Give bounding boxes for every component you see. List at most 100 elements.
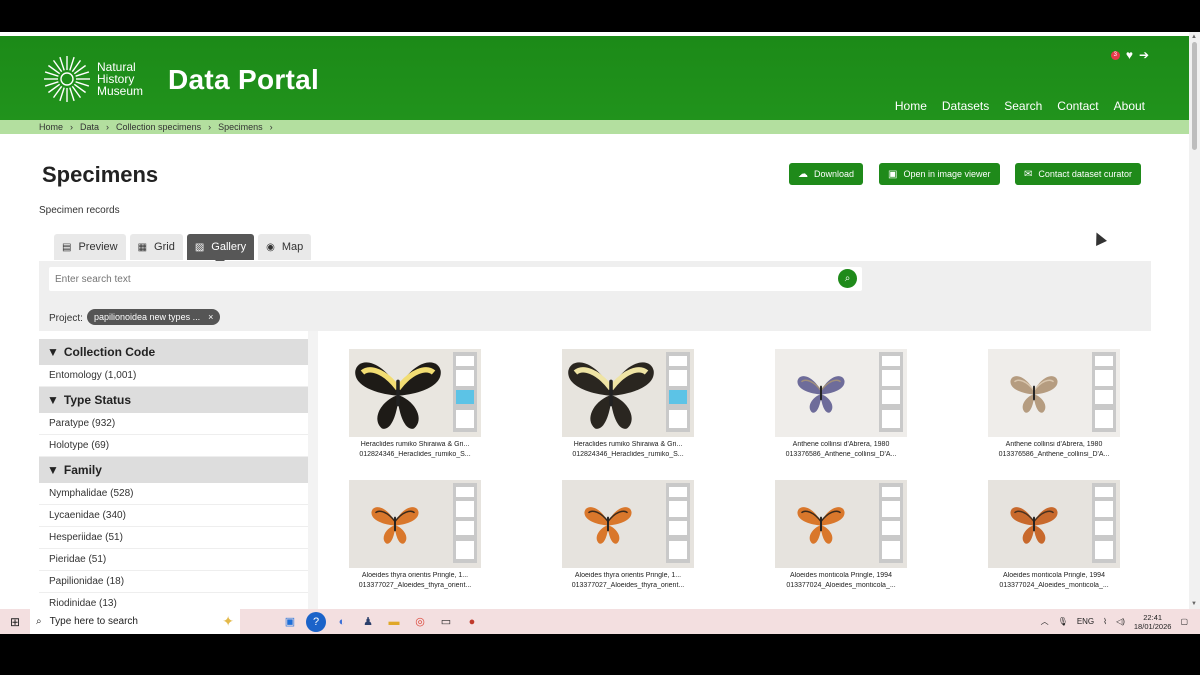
breadcrumb-specimens[interactable]: Specimens (218, 122, 263, 132)
tab-preview[interactable]: ▤ Preview (54, 234, 126, 260)
tab-map[interactable]: ◉ Map (258, 234, 312, 260)
letterbox-top (0, 0, 1200, 32)
specimen-label (456, 370, 474, 386)
close-icon[interactable]: × (208, 312, 213, 322)
facet-type-status[interactable]: ▼ Type Status (39, 387, 308, 413)
specimen-thumbnail[interactable] (349, 349, 481, 437)
facet-item-riodinidae[interactable]: Riodinidae (13) (39, 593, 308, 609)
project-filter-pill[interactable]: papilionoidea new types ... × (87, 309, 221, 325)
specimen-label (882, 487, 900, 497)
search-icon[interactable]: ⌕ (838, 269, 857, 288)
facet-item-hesperiidae[interactable]: Hesperiidae (51) (39, 527, 308, 549)
facet-item-pieridae[interactable]: Pieridae (51) (39, 549, 308, 571)
task-view-icon[interactable]: ▣ (280, 612, 300, 632)
open-image-viewer-button[interactable]: ▣ Open in image viewer (879, 163, 1000, 185)
search-panel: ⌕ Project: papilionoidea new types ... × (39, 261, 1151, 331)
wifi-icon[interactable]: ⌇ (1103, 617, 1107, 626)
gallery-card[interactable]: Aloeides monticola Pringle, 1994 0133770… (775, 480, 915, 589)
tab-grid[interactable]: ▦ Grid (129, 234, 183, 260)
specimen-thumbnail[interactable] (349, 480, 481, 568)
table-icon: ▤ (62, 241, 72, 253)
breadcrumb-collection[interactable]: Collection specimens (116, 122, 201, 132)
taskbar-search-placeholder: Type here to search (49, 616, 138, 627)
recorder-icon[interactable]: ● (462, 612, 482, 632)
museum-logo-text[interactable]: Natural History Museum (97, 61, 143, 97)
app-icon[interactable]: ◐ (332, 612, 352, 632)
microphone-icon[interactable]: 🎙 (1058, 617, 1068, 626)
specimen-thumbnail[interactable] (775, 480, 907, 568)
specimen-caption: Anthene collinsi d'Abrera, 1980 (1005, 441, 1103, 448)
tab-label: Preview (78, 241, 118, 253)
nav-search[interactable]: Search (1004, 99, 1042, 113)
taskbar-apps: ▣ ? ◐ ♟ ▬ ◎ ▭ ● (280, 611, 482, 632)
specimen-labels (1092, 483, 1116, 563)
specimen-labels (879, 352, 903, 432)
nav-datasets[interactable]: Datasets (942, 99, 989, 113)
facet-item-paratype[interactable]: Paratype (932) (39, 413, 308, 435)
museum-logo-icon[interactable] (42, 54, 92, 104)
search-input[interactable] (49, 267, 862, 291)
heartbeat-icon[interactable]: ♥ (1126, 48, 1133, 62)
volume-icon[interactable]: ◁) (1116, 617, 1125, 626)
nav-home[interactable]: Home (895, 99, 927, 113)
chevron-right-icon: › (269, 122, 273, 132)
windows-start-icon[interactable]: ⊞ (0, 609, 30, 634)
breadcrumb-data[interactable]: Data (80, 122, 99, 132)
gallery-card[interactable]: Heraclides rumiko Shiraiwa & Gri... 0128… (349, 349, 489, 458)
specimen-label (882, 541, 900, 559)
gallery-card[interactable]: Heraclides rumiko Shiraiwa & Gri... 0128… (562, 349, 702, 458)
specimen-label (456, 390, 474, 404)
gallery-card[interactable]: Anthene collinsi d'Abrera, 1980 01337658… (988, 349, 1128, 458)
taskbar-search[interactable]: ⌕ Type here to search ✦ (30, 609, 240, 634)
specimen-thumbnail[interactable] (562, 480, 694, 568)
download-button[interactable]: ☁ Download (789, 163, 864, 185)
scroll-up-icon[interactable]: ▲ (1191, 34, 1197, 40)
clock[interactable]: 22:41 18/01/2026 (1134, 613, 1172, 631)
breadcrumb-home[interactable]: Home (39, 122, 63, 132)
facet-item-entomology[interactable]: Entomology (1,001) (39, 365, 308, 387)
terminal-icon[interactable]: ▭ (436, 612, 456, 632)
login-icon[interactable]: ➔ (1139, 48, 1149, 62)
chrome-icon[interactable]: ◎ (410, 612, 430, 632)
butterfly-image (797, 376, 845, 413)
chevron-right-icon: › (70, 122, 74, 132)
nav-contact[interactable]: Contact (1057, 99, 1098, 113)
specimen-label (1095, 541, 1113, 559)
specimen-thumbnail[interactable] (988, 480, 1120, 568)
facet-family[interactable]: ▼ Family (39, 457, 308, 483)
notification-badge[interactable]: 3 (1110, 50, 1120, 60)
specimen-thumbnail[interactable] (988, 349, 1120, 437)
specimen-label (882, 521, 900, 535)
facet-title: Type Status (63, 393, 132, 407)
language-indicator[interactable]: ENG (1077, 617, 1094, 626)
contact-curator-button[interactable]: ✉ Contact dataset curator (1015, 163, 1141, 185)
facet-item-nymphalidae[interactable]: Nymphalidae (528) (39, 483, 308, 505)
notifications-icon[interactable]: ▢ (1180, 617, 1188, 626)
specimen-thumbnail[interactable] (775, 349, 907, 437)
facet-collection-code[interactable]: ▼ Collection Code (39, 339, 308, 365)
facet-item-lycaenidae[interactable]: Lycaenidae (340) (39, 505, 308, 527)
scrollbar-thumb[interactable] (1192, 42, 1197, 150)
windows-taskbar: ⊞ ⌕ Type here to search ✦ ▣ ? ◐ ♟ ▬ ◎ ▭ … (0, 609, 1200, 634)
gallery-card[interactable]: Aloeides monticola Pringle, 1994 0133770… (988, 480, 1128, 589)
facet-item-holotype[interactable]: Holotype (69) (39, 435, 308, 457)
butterfly-image (371, 507, 419, 544)
nav-about[interactable]: About (1114, 99, 1145, 113)
specimen-thumbnail[interactable] (562, 349, 694, 437)
chevron-up-icon[interactable]: ︿ (1041, 616, 1049, 627)
portal-title[interactable]: Data Portal (168, 64, 319, 96)
help-icon[interactable]: ? (306, 611, 326, 632)
tab-gallery[interactable]: ▨ Gallery (186, 234, 255, 265)
file-explorer-icon[interactable]: ▬ (384, 612, 404, 632)
butterfly-image (568, 362, 654, 429)
facet-title: Family (63, 463, 102, 477)
gallery-card[interactable]: Anthene collinsi d'Abrera, 1980 01337658… (775, 349, 915, 458)
mouse-cursor (1092, 231, 1106, 245)
facet-item-papilionidae[interactable]: Papilionidae (18) (39, 571, 308, 593)
scroll-down-icon[interactable]: ▼ (1191, 601, 1197, 607)
gallery-card[interactable]: Aloeides thyra orientis Pringle, 1... 01… (349, 480, 489, 589)
specimen-filename: 012824346_Heraclides_rumiko_S... (572, 451, 684, 458)
gallery-card[interactable]: Aloeides thyra orientis Pringle, 1... 01… (562, 480, 702, 589)
app-icon[interactable]: ♟ (358, 612, 378, 632)
page-scrollbar[interactable]: ▲ ▼ (1189, 32, 1200, 609)
